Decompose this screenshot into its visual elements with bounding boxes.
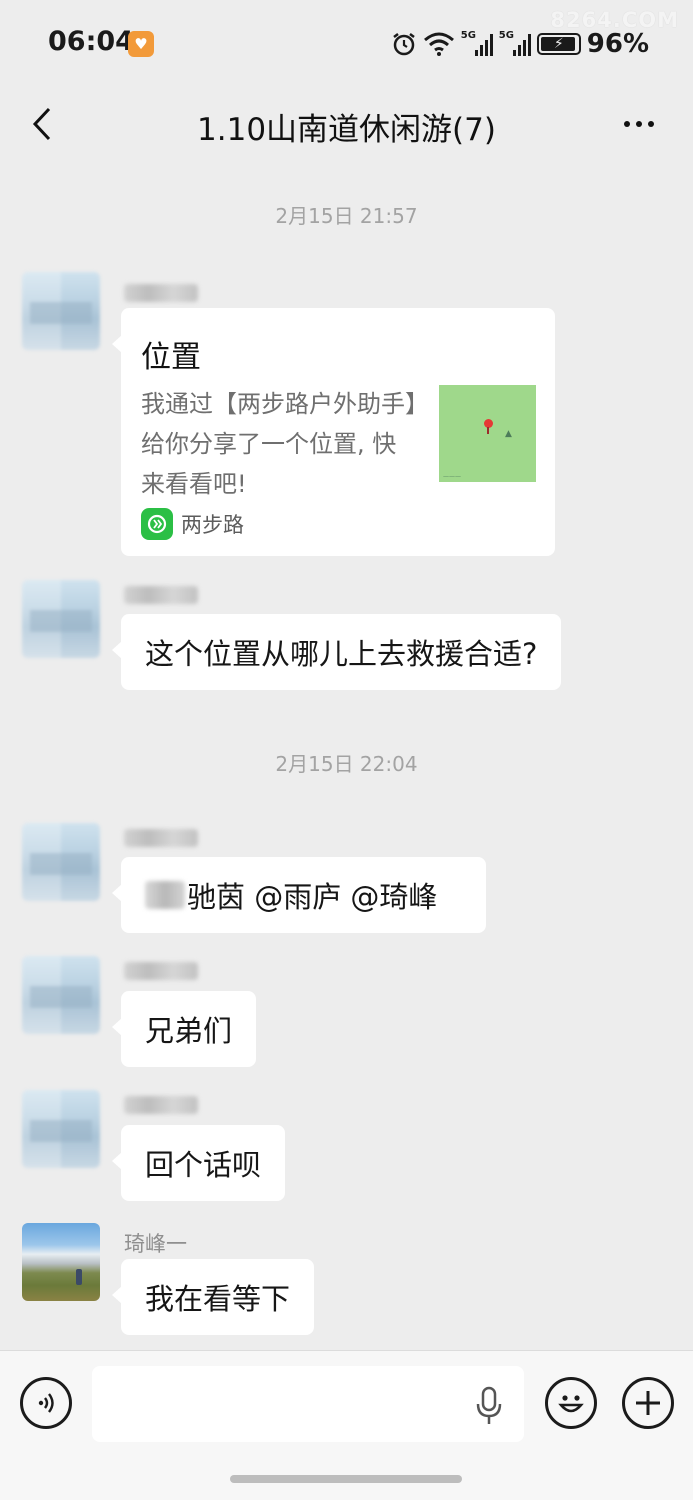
input-bar [0,1350,693,1500]
chat-header: 1.10山南道休闲游(7) [0,88,693,160]
location-card[interactable]: 位置 我通过【两步路户外助手】给你分享了一个位置, 快来看看吧! ▲ ——— 两… [112,308,555,556]
message-text: 这个位置从哪儿上去救援合适? [145,637,538,671]
message-bubble[interactable]: 我在看等下 [111,1259,315,1335]
message-bubble[interactable]: 这个位置从哪儿上去救援合适? [111,614,562,690]
message-text: 兄弟们 [145,1014,233,1048]
avatar[interactable] [22,956,100,1034]
status-icons: 5G 5G ⚡ 96% [391,28,649,60]
sender-name-blurred [124,829,198,847]
voice-icon [38,1393,54,1413]
more-actions-button[interactable] [622,1377,674,1429]
message-bubble[interactable]: 驰茵 @雨庐 @琦峰 [112,857,486,933]
message-text: 回个话呗 [145,1148,262,1182]
avatar[interactable] [22,1223,100,1301]
signal-icon: 5G [460,30,493,56]
signal-icon: 5G [498,30,531,56]
more-button[interactable] [615,102,663,146]
blurred-mention [145,881,185,909]
card-source: 两步路 [141,508,244,540]
home-indicator[interactable] [230,1475,462,1483]
avatar[interactable] [22,580,100,658]
network-type: 5G [460,30,476,41]
sender-name-blurred [124,962,198,980]
bolt-icon: ⚡ [553,36,564,52]
timestamp: 2月15日 22:04 [275,752,418,776]
message-bubble[interactable]: 回个话呗 [111,1125,286,1201]
map-attribution: ——— [443,473,461,480]
battery-percent: 96% [586,29,649,59]
network-type: 5G [498,30,514,41]
emoji-icon [558,1395,584,1413]
status-time: 06:04 [48,26,134,57]
voice-mode-button[interactable] [20,1377,72,1429]
avatar[interactable] [22,272,100,350]
mountain-icon: ▲ [505,429,512,439]
map-pin-icon [484,419,493,434]
timestamp: 2月15日 21:57 [275,204,418,228]
source-name: 两步路 [181,513,244,537]
two-step-road-app-icon [141,508,173,540]
sender-name-blurred [124,284,198,302]
sender-name-blurred [124,586,198,604]
card-title: 位置 [141,340,201,375]
chat-title: 1.10山南道休闲游(7) [197,112,496,148]
status-bar: 06:04 ♥ 8264.COM 5G 5G ⚡ 96% [0,0,693,88]
avatar[interactable] [22,823,100,901]
wifi-icon [423,32,454,56]
avatar[interactable] [22,1090,100,1168]
emoji-button[interactable] [545,1377,597,1429]
sender-name: 琦峰一 [124,1232,187,1256]
message-text: 我在看等下 [145,1282,291,1316]
sender-name-blurred [124,1096,198,1114]
map-thumbnail: ▲ ——— [439,385,536,482]
message-input[interactable] [92,1366,524,1442]
message-text: 驰茵 @雨庐 @琦峰 [187,880,438,914]
heart-app-icon: ♥ [128,31,154,57]
more-dots-icon [624,121,630,127]
card-description: 我通过【两步路户外助手】给你分享了一个位置, 快来看看吧! [141,390,417,498]
plus-icon [636,1391,660,1415]
battery-charging-icon: ⚡ [536,33,581,55]
alarm-icon [393,33,415,56]
mic-icon[interactable] [472,1385,506,1427]
message-bubble[interactable]: 兄弟们 [111,991,257,1067]
